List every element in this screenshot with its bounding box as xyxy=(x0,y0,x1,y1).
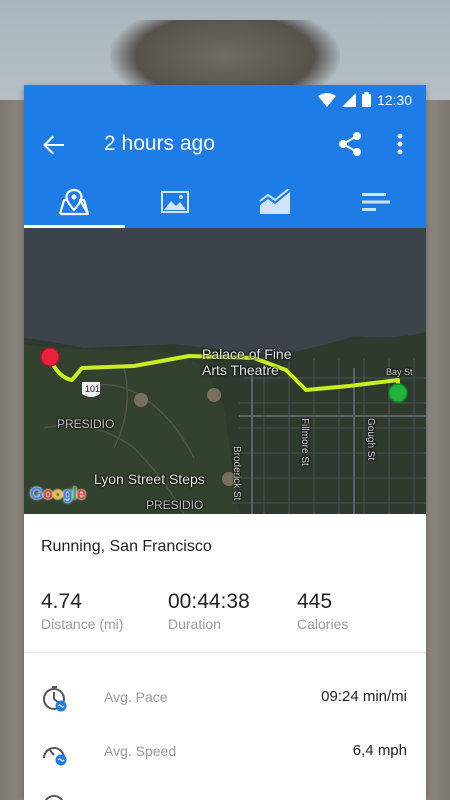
stats-row: 4.74 Distance (mi) 00:44:38 Duration 445… xyxy=(24,556,426,632)
pace-icon xyxy=(43,686,67,712)
route-map[interactable]: Palace of Fine Arts Theatre PRESIDIO PRE… xyxy=(24,228,426,514)
app-bar: 2 hours ago xyxy=(24,114,426,176)
route-end-marker[interactable] xyxy=(388,383,408,403)
metric-value: 09:24 min/mi xyxy=(321,688,407,705)
cell-signal-icon xyxy=(341,92,356,107)
museum-poi-icon xyxy=(134,393,148,407)
tab-charts[interactable] xyxy=(225,176,326,228)
arrow-back-icon[interactable] xyxy=(40,131,68,159)
metric-value: 6,4 mph xyxy=(352,742,407,759)
share-icon[interactable] xyxy=(336,130,364,158)
route-start-marker[interactable] xyxy=(40,347,60,367)
metric-label: Avg. Pace xyxy=(104,689,168,705)
poi-label-lyon-steps: Lyon Street Steps xyxy=(94,471,205,487)
tab-details[interactable] xyxy=(326,176,427,228)
stat-caption: Calories xyxy=(297,616,349,632)
page-title: 2 hours ago xyxy=(104,132,215,155)
street-label-3: Gough St xyxy=(365,418,376,461)
status-time: 12:30 xyxy=(376,91,412,108)
stat-value: 00:44:38 xyxy=(168,590,250,613)
workout-summary: Running, San Francisco 4.74 Distance (mi… xyxy=(24,514,426,800)
tab-photos[interactable] xyxy=(125,176,226,228)
tab-bar xyxy=(24,176,426,228)
phone-screen: 12:30 2 hours ago Palace of Fine Arts Th… xyxy=(24,85,426,800)
activity-title: Running, San Francisco xyxy=(41,538,212,555)
theatre-poi-icon xyxy=(207,388,221,402)
google-attribution: Google xyxy=(30,484,86,503)
street-label-bay: Bay St xyxy=(386,367,413,377)
highway-label: 101 xyxy=(85,384,101,394)
area-label-presidio-bottom: PRESIDIO xyxy=(146,498,204,512)
list-bars-icon xyxy=(361,193,390,211)
battery-icon xyxy=(361,92,371,107)
poi-label-palace: Palace of Fine Arts Theatre xyxy=(202,346,292,378)
wifi-icon xyxy=(317,92,336,107)
street-label-1: Broderick St xyxy=(231,446,242,501)
image-icon xyxy=(160,191,189,213)
more-vert-icon[interactable] xyxy=(390,130,410,158)
area-label-presidio: PRESIDIO xyxy=(57,417,115,431)
chart-icon xyxy=(259,189,291,214)
speedometer-icon xyxy=(43,747,67,766)
tab-map[interactable] xyxy=(24,176,125,228)
stat-caption: Distance (mi) xyxy=(41,616,124,632)
stat-duration: 00:44:38 Duration xyxy=(168,590,297,632)
stat-distance: 4.74 Distance (mi) xyxy=(41,590,168,632)
partial-metric-icon xyxy=(44,795,64,800)
metric-avg-pace: Avg. Pace 09:24 min/mi xyxy=(24,670,426,724)
stat-caption: Duration xyxy=(168,616,221,632)
stat-value: 445 xyxy=(297,590,333,613)
map-pin-icon xyxy=(59,188,90,216)
stat-value: 4.74 xyxy=(41,590,82,613)
metric-partial xyxy=(24,778,426,800)
stat-calories: 445 Calories xyxy=(297,590,348,632)
metric-avg-speed: Avg. Speed 6,4 mph xyxy=(24,724,426,778)
status-bar: 12:30 xyxy=(24,85,426,114)
divider xyxy=(24,652,426,653)
street-label-2: Fillmore St xyxy=(299,418,310,466)
metric-label: Avg. Speed xyxy=(104,743,177,759)
